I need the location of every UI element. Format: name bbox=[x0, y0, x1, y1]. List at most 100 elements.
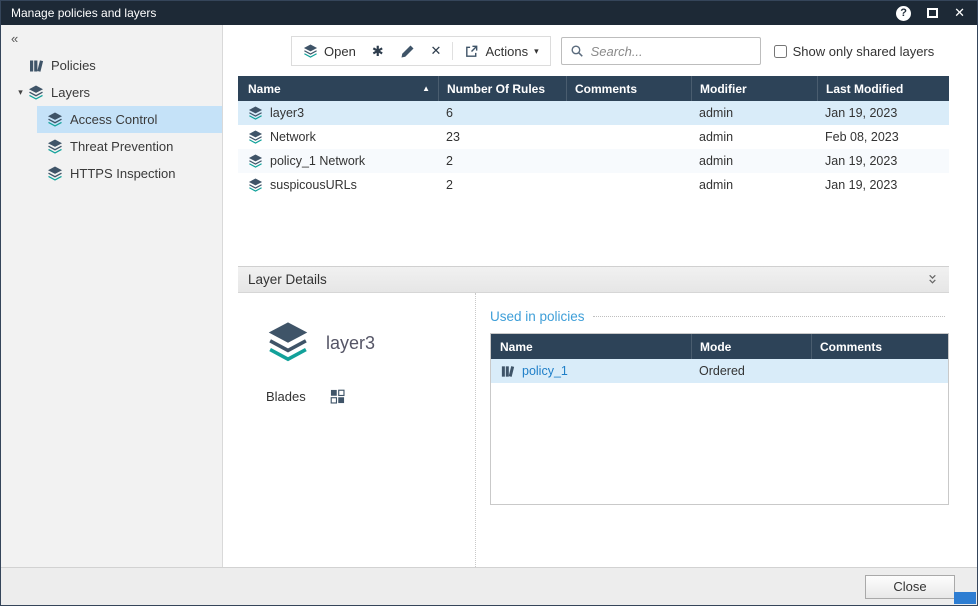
sidebar-item-label: HTTPS Inspection bbox=[70, 166, 176, 181]
sidebar-item-access-control[interactable]: Access Control bbox=[37, 106, 222, 133]
column-header-comments[interactable]: Comments bbox=[811, 334, 948, 359]
table-row[interactable]: suspicousURLs 2 admin Jan 19, 2023 bbox=[238, 173, 949, 197]
layers-icon bbox=[303, 44, 318, 59]
help-button[interactable]: ? bbox=[896, 6, 911, 21]
sidebar-item-label: Policies bbox=[51, 58, 96, 73]
policy-tree: Policies ▾ Layers Access Control Threat … bbox=[1, 52, 222, 187]
toolbar-separator bbox=[452, 42, 453, 60]
mode-cell: Ordered bbox=[691, 364, 811, 378]
layers-icon bbox=[47, 112, 63, 128]
rules-count: 6 bbox=[438, 106, 566, 120]
layer-details-body: layer3 Blades Used in policies Name Mo bbox=[238, 293, 949, 567]
table-row[interactable]: Network 23 admin Feb 08, 2023 bbox=[238, 125, 949, 149]
rules-count: 23 bbox=[438, 130, 566, 144]
resize-grip[interactable] bbox=[954, 592, 976, 604]
layers-icon bbox=[47, 139, 63, 155]
manage-policies-window: Manage policies and layers ? ✕ « Policie… bbox=[0, 0, 978, 606]
blades-grid-icon bbox=[330, 389, 345, 404]
last-modified-cell: Jan 19, 2023 bbox=[817, 106, 949, 120]
column-header-number-of-rules[interactable]: Number Of Rules bbox=[438, 76, 566, 101]
policies-table-header: Name Mode Comments bbox=[491, 334, 948, 359]
main-panel: Open ✱ ✕ Actions ▾ bbox=[223, 25, 977, 567]
column-header-modifier[interactable]: Modifier bbox=[691, 76, 817, 101]
open-button[interactable]: Open bbox=[295, 40, 364, 63]
layers-table: Name ▲ Number Of Rules Comments Modifier… bbox=[238, 76, 949, 266]
delete-icon: ✕ bbox=[431, 43, 442, 59]
actions-button[interactable]: Actions ▾ bbox=[456, 40, 546, 63]
sidebar-item-https-inspection[interactable]: HTTPS Inspection bbox=[37, 160, 222, 187]
layer-name: Network bbox=[270, 130, 316, 144]
actions-button-label: Actions bbox=[485, 44, 528, 59]
layers-icon bbox=[248, 178, 263, 193]
layer-name: layer3 bbox=[270, 106, 304, 120]
maximize-icon bbox=[927, 8, 938, 18]
shared-layers-checkbox-label: Show only shared layers bbox=[793, 44, 935, 59]
toolbar-button-group: Open ✱ ✕ Actions ▾ bbox=[291, 36, 551, 66]
column-header-last-modified[interactable]: Last Modified bbox=[817, 76, 949, 101]
layer-name: suspicousURLs bbox=[270, 178, 357, 192]
layer-details-title: Layer Details bbox=[248, 272, 327, 287]
search-input[interactable] bbox=[591, 44, 752, 59]
sidebar-item-policies[interactable]: Policies bbox=[1, 52, 222, 79]
search-box bbox=[561, 37, 761, 65]
window-body: « Policies ▾ Layers Access Control bbox=[1, 25, 977, 567]
layers-table-header: Name ▲ Number Of Rules Comments Modifier… bbox=[238, 76, 949, 101]
close-icon: ✕ bbox=[954, 5, 965, 21]
window-title: Manage policies and layers bbox=[11, 6, 156, 20]
table-row[interactable]: layer3 6 admin Jan 19, 2023 bbox=[238, 101, 949, 125]
sidebar-collapse-button[interactable]: « bbox=[1, 29, 31, 52]
modifier-cell: admin bbox=[691, 154, 817, 168]
used-in-policies-table: Name Mode Comments policy_1 Ordered bbox=[490, 333, 949, 505]
close-window-button[interactable]: ✕ bbox=[954, 5, 965, 21]
footer-bar: Close bbox=[1, 567, 977, 605]
collapse-panel-icon[interactable] bbox=[925, 272, 940, 287]
title-bar: Manage policies and layers ? ✕ bbox=[1, 1, 977, 25]
layers-icon bbox=[248, 130, 263, 145]
sidebar-item-threat-prevention[interactable]: Threat Prevention bbox=[37, 133, 222, 160]
sidebar-item-label: Access Control bbox=[70, 112, 157, 127]
last-modified-cell: Jan 19, 2023 bbox=[817, 178, 949, 192]
last-modified-cell: Jan 19, 2023 bbox=[817, 154, 949, 168]
layer-name: policy_1 Network bbox=[270, 154, 365, 168]
open-button-label: Open bbox=[324, 44, 356, 59]
used-in-policies-title: Used in policies bbox=[490, 309, 949, 324]
sidebar: « Policies ▾ Layers Access Control bbox=[1, 25, 223, 567]
chevron-down-icon: ▾ bbox=[534, 46, 539, 57]
blades-label: Blades bbox=[266, 389, 306, 404]
new-layer-button[interactable]: ✱ bbox=[364, 39, 392, 64]
selected-layer-name: layer3 bbox=[326, 333, 375, 354]
shared-layers-checkbox-input[interactable] bbox=[774, 45, 787, 58]
titlebar-buttons: ? ✕ bbox=[896, 5, 965, 21]
rules-count: 2 bbox=[438, 154, 566, 168]
table-empty-area bbox=[491, 383, 948, 504]
sort-asc-icon: ▲ bbox=[422, 84, 430, 93]
used-in-policies-section: Used in policies Name Mode Comments poli… bbox=[475, 293, 949, 567]
policies-icon bbox=[28, 58, 44, 74]
policy-link[interactable]: policy_1 bbox=[522, 364, 568, 378]
column-header-name[interactable]: Name ▲ bbox=[238, 82, 438, 96]
column-header-label: Name bbox=[248, 82, 281, 96]
maximize-button[interactable] bbox=[927, 8, 938, 18]
table-row[interactable]: policy_1 Network 2 admin Jan 19, 2023 bbox=[238, 149, 949, 173]
delete-button[interactable]: ✕ bbox=[423, 39, 450, 63]
layers-icon bbox=[248, 106, 263, 121]
new-icon: ✱ bbox=[372, 43, 384, 60]
table-row[interactable]: policy_1 Ordered bbox=[491, 359, 948, 383]
sidebar-item-layers[interactable]: ▾ Layers bbox=[1, 79, 222, 106]
column-header-name[interactable]: Name bbox=[491, 340, 691, 354]
actions-icon bbox=[464, 44, 479, 59]
layers-icon bbox=[266, 321, 310, 365]
toolbar: Open ✱ ✕ Actions ▾ bbox=[291, 35, 949, 67]
sidebar-item-label: Layers bbox=[51, 85, 90, 100]
shared-layers-checkbox[interactable]: Show only shared layers bbox=[774, 44, 935, 59]
modifier-cell: admin bbox=[691, 178, 817, 192]
edit-button[interactable] bbox=[392, 40, 423, 63]
modifier-cell: admin bbox=[691, 130, 817, 144]
close-button[interactable]: Close bbox=[865, 575, 955, 599]
chevron-down-icon[interactable]: ▾ bbox=[13, 87, 28, 98]
column-header-mode[interactable]: Mode bbox=[691, 334, 811, 359]
layers-icon bbox=[47, 166, 63, 182]
column-header-comments[interactable]: Comments bbox=[566, 76, 691, 101]
used-in-policies-label: Used in policies bbox=[490, 309, 585, 324]
modifier-cell: admin bbox=[691, 106, 817, 120]
